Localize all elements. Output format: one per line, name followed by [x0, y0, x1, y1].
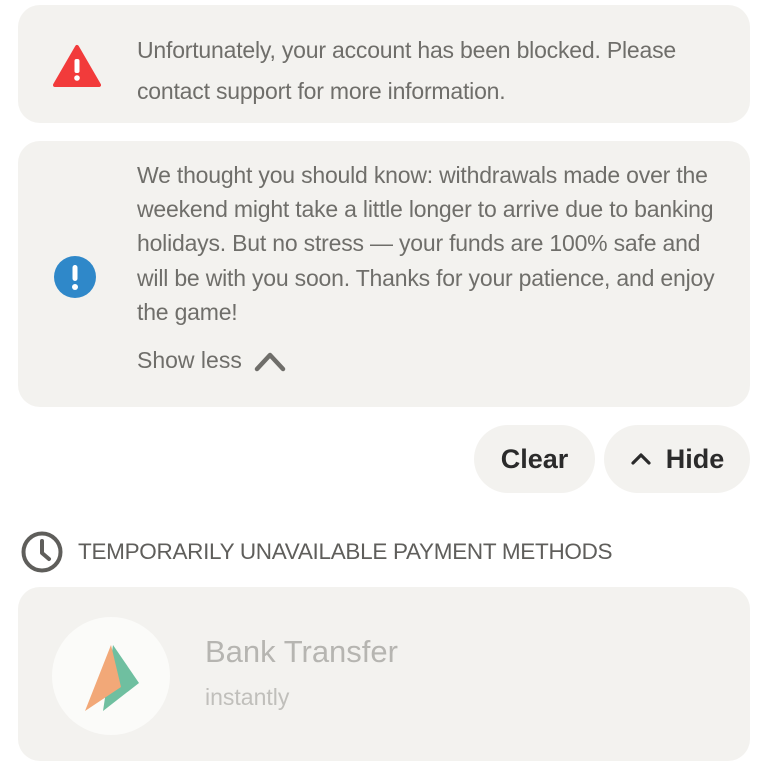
- show-less-label: Show less: [137, 347, 242, 373]
- clear-button-label: Clear: [500, 443, 569, 474]
- alert-withdrawal-info: We thought you should know: withdrawals …: [18, 141, 750, 407]
- hide-button[interactable]: Hide: [604, 425, 750, 493]
- alert-message: We thought you should know: withdrawals …: [137, 162, 715, 325]
- payment-method-speed: instantly: [205, 684, 290, 710]
- alert-account-blocked: Unfortunately, your account has been blo…: [18, 5, 750, 123]
- payment-method-name: Bank Transfer: [205, 634, 398, 669]
- chevron-up-icon: [254, 352, 286, 371]
- alert-message: Unfortunately, your account has been blo…: [137, 37, 676, 104]
- clear-button[interactable]: Clear: [474, 425, 595, 493]
- warning-triangle-icon: [53, 44, 101, 88]
- chevron-up-icon: [631, 453, 651, 465]
- show-less-toggle[interactable]: Show less: [137, 347, 286, 374]
- clock-icon: [21, 531, 63, 573]
- info-exclamation-icon: [53, 255, 97, 299]
- bank-transfer-logo-icon: [52, 617, 170, 735]
- hide-button-label: Hide: [665, 443, 725, 474]
- payment-method-bank-transfer[interactable]: Bank Transfer instantly: [18, 587, 750, 761]
- section-title: TEMPORARILY UNAVAILABLE PAYMENT METHODS: [78, 539, 613, 564]
- unavailable-methods-header: TEMPORARILY UNAVAILABLE PAYMENT METHODS: [20, 530, 613, 574]
